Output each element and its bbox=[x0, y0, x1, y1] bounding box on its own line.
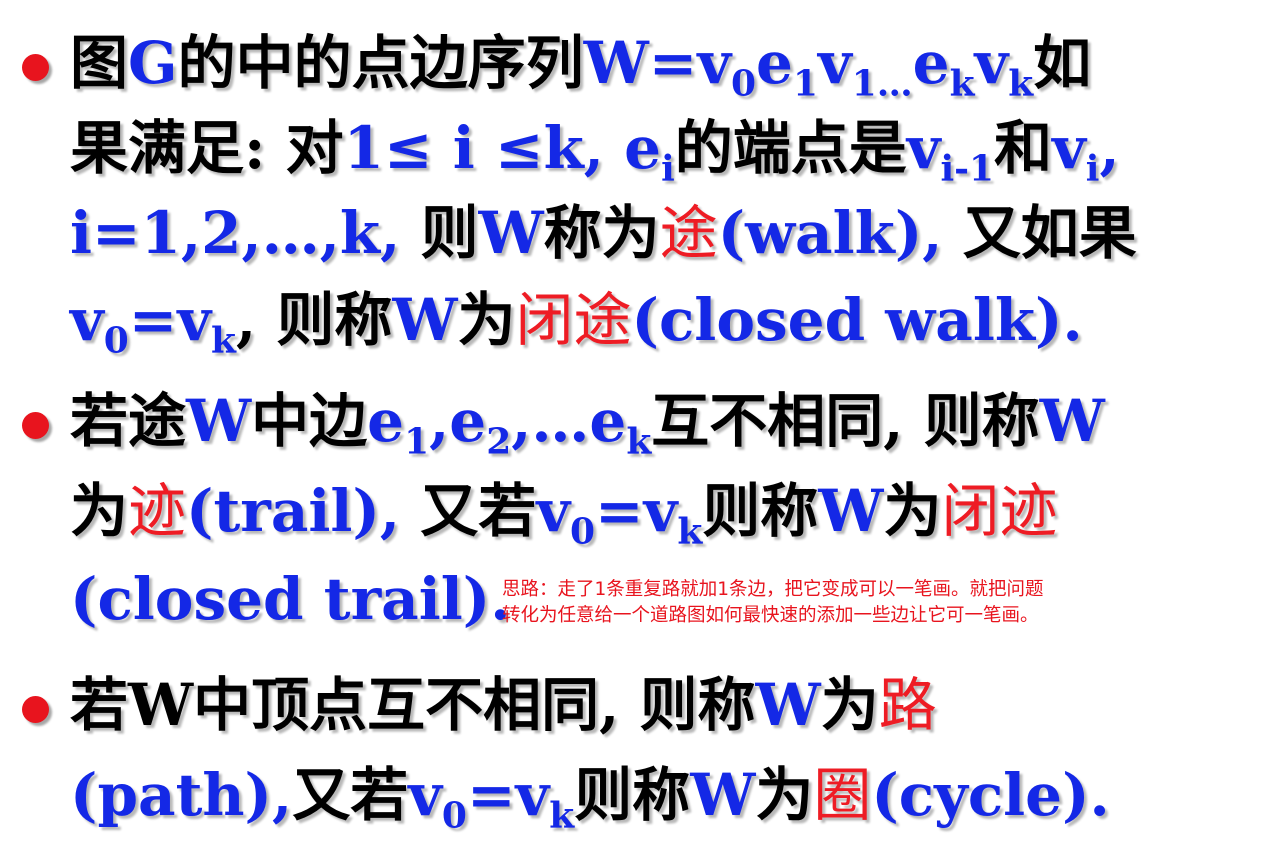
text: , 则称 bbox=[235, 286, 393, 354]
text: 互不相同, 则称 bbox=[651, 387, 1040, 455]
math-text: W bbox=[755, 671, 821, 739]
text-line: i=1,2,…,k, 则W称为途(walk), 又如果 bbox=[70, 192, 1137, 274]
text-line: v0=vk, 则称W为闭途(closed walk). bbox=[70, 279, 1083, 361]
subscript: 0 bbox=[731, 62, 757, 105]
text: 则称 bbox=[702, 477, 819, 545]
text-line: 图G的中的点边序列W=v0e1v1…ekvk如 bbox=[70, 22, 1091, 104]
math-text: W bbox=[690, 761, 756, 829]
text: 的中的点边序列 bbox=[177, 29, 584, 97]
text: 中边 bbox=[251, 387, 368, 455]
text: 则 bbox=[400, 199, 479, 267]
term-highlight: 迹 bbox=[128, 477, 187, 545]
math-text: =v bbox=[595, 477, 678, 545]
math-text: v bbox=[906, 114, 941, 182]
subscript: 1… bbox=[851, 62, 913, 105]
text-line: (closed trail). bbox=[70, 558, 510, 640]
subscript: i bbox=[661, 147, 675, 190]
subscript: i-1 bbox=[940, 147, 995, 190]
math-text: e bbox=[756, 29, 793, 97]
math-text: e bbox=[367, 387, 405, 455]
text: 称为 bbox=[543, 199, 660, 267]
text: 为 bbox=[820, 671, 879, 739]
math-text: , bbox=[1099, 114, 1120, 182]
slide: 图G的中的点边序列W=v0e1v1…ekvk如 果满足: 对1≤ i ≤k, e… bbox=[0, 0, 1284, 848]
math-text: W bbox=[818, 477, 884, 545]
text: 又如果 bbox=[942, 199, 1137, 267]
text: 果满足: 对 bbox=[70, 114, 344, 182]
text: 的端点是 bbox=[674, 114, 907, 182]
subscript: k bbox=[677, 510, 703, 553]
bullet-icon bbox=[22, 54, 49, 81]
text-line: 若W中顶点互不相同, 则称W为路 bbox=[70, 664, 937, 746]
math-text: v bbox=[817, 29, 852, 97]
text-line: 为迹(trail), 又若v0=vk则称W为闭迹 bbox=[70, 470, 1057, 552]
text: 图 bbox=[70, 29, 129, 97]
subscript: k bbox=[211, 319, 236, 362]
math-text: (path), bbox=[70, 761, 293, 829]
text: 又若 bbox=[292, 761, 409, 829]
text-line: 若途W中边e1,e2,…ek互不相同, 则称W bbox=[70, 380, 1105, 462]
math-text: 1≤ i ≤k, e bbox=[343, 114, 662, 182]
math-text: i=1,2,…,k, bbox=[70, 199, 401, 267]
subscript: k bbox=[949, 62, 975, 105]
math-text: G bbox=[128, 29, 178, 97]
subscript: 0 bbox=[570, 510, 596, 553]
text: 如 bbox=[1033, 29, 1092, 97]
bullet-icon bbox=[22, 412, 49, 439]
math-text: W bbox=[478, 199, 544, 267]
math-text: v bbox=[1052, 114, 1086, 182]
math-text: (cycle). bbox=[871, 761, 1110, 829]
subscript: 1 bbox=[792, 62, 818, 105]
text-line: 果满足: 对1≤ i ≤k, ei的端点是vi-1和vi, bbox=[70, 107, 1120, 189]
subscript: 2 bbox=[486, 420, 512, 463]
term-highlight: 路 bbox=[878, 671, 937, 739]
math-text: v bbox=[536, 477, 571, 545]
text: 若途 bbox=[70, 387, 187, 455]
math-text: =v bbox=[466, 761, 550, 829]
math-text: =v bbox=[128, 286, 212, 354]
math-text: W bbox=[128, 671, 194, 739]
math-text: W bbox=[186, 387, 252, 455]
term-highlight: 闭途 bbox=[515, 286, 632, 354]
text: 又若 bbox=[400, 477, 537, 545]
subscript: 1 bbox=[404, 420, 430, 463]
math-text: (closed trail). bbox=[70, 565, 511, 633]
math-text: (trail), bbox=[186, 477, 401, 545]
math-text: W bbox=[1039, 387, 1105, 455]
subscript: k bbox=[626, 420, 652, 463]
subscript: k bbox=[1008, 62, 1034, 105]
math-text: ,…e bbox=[511, 387, 627, 455]
math-text: v bbox=[974, 29, 1009, 97]
text: 则称 bbox=[574, 761, 691, 829]
text: 为 bbox=[70, 477, 129, 545]
math-text: ,e bbox=[429, 387, 487, 455]
text: 为 bbox=[883, 477, 942, 545]
math-text: (closed walk). bbox=[631, 286, 1083, 354]
note-line: 思路：走了1条重复路就加1条边，把它变成可以一笔画。就把问题 bbox=[502, 579, 1044, 600]
term-highlight: 圈 bbox=[813, 761, 872, 829]
math-text: W=v bbox=[583, 29, 732, 97]
term-highlight: 闭迹 bbox=[941, 477, 1058, 545]
subscript: i bbox=[1085, 147, 1100, 190]
note-line: 转化为任意给一个道路图如何最快速的添加一些边让它可一笔画。 bbox=[502, 605, 1039, 626]
text: 中顶点互不相同, 则称 bbox=[193, 671, 756, 739]
term-highlight: 途 bbox=[659, 199, 718, 267]
text: 若 bbox=[70, 671, 129, 739]
math-text: v bbox=[408, 761, 442, 829]
math-text: v bbox=[70, 286, 104, 354]
text: 为 bbox=[457, 286, 516, 354]
text: 为 bbox=[755, 761, 814, 829]
math-text: (walk), bbox=[717, 199, 943, 267]
subscript: k bbox=[549, 794, 575, 837]
text-line: (path),又若v0=vk则称W为圈(cycle). bbox=[70, 754, 1110, 836]
subscript: 0 bbox=[441, 794, 467, 837]
subscript: 0 bbox=[103, 319, 129, 362]
math-text: e bbox=[912, 29, 950, 97]
text: 和 bbox=[994, 114, 1053, 182]
side-note: 思路：走了1条重复路就加1条边，把它变成可以一笔画。就把问题 转化为任意给一个道… bbox=[502, 577, 1044, 629]
math-text: W bbox=[392, 286, 458, 354]
bullet-icon bbox=[22, 696, 49, 723]
